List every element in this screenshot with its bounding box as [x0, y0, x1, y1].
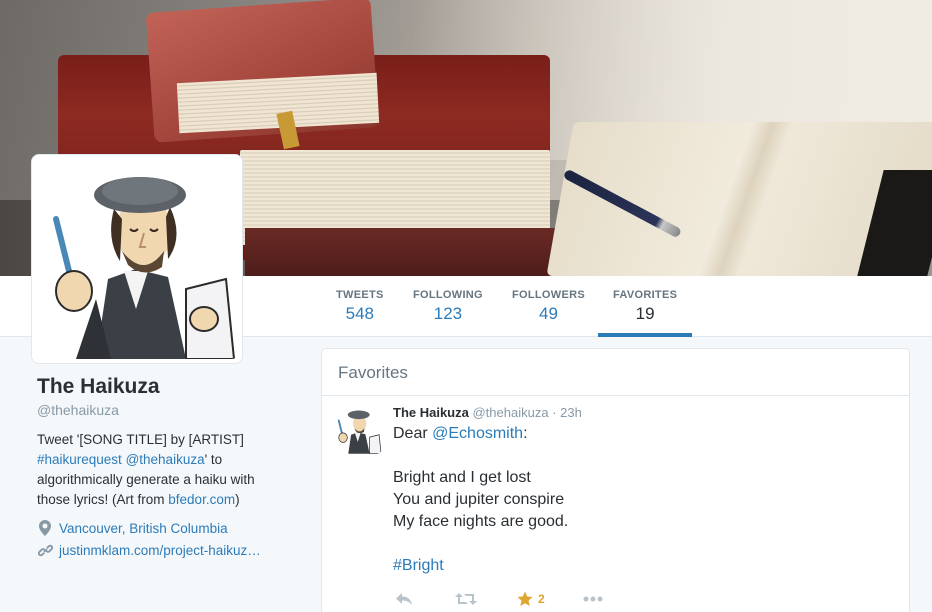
bio-hashtag-link[interactable]: #haikurequest — [37, 452, 122, 467]
stat-following[interactable]: FOLLOWING 123 — [413, 289, 483, 324]
location-pin-icon — [37, 520, 53, 536]
link-icon — [37, 542, 53, 558]
bio-text-3: ) — [235, 492, 240, 507]
stat-following-label: FOLLOWING — [413, 289, 483, 301]
haiku-line-1: Bright and I get lost — [393, 469, 531, 486]
stat-followers-label: FOLLOWERS — [512, 289, 585, 301]
profile-website: justinmklam.com/project-haikuz… — [37, 542, 297, 558]
favorite-count: 2 — [538, 592, 545, 606]
profile-location-link[interactable]: Vancouver, British Columbia — [59, 521, 228, 536]
stat-favorites-value: 19 — [635, 304, 655, 323]
star-icon — [517, 591, 533, 606]
tweet-author-name[interactable]: The Haikuza — [393, 405, 469, 420]
favorites-header: Favorites — [322, 349, 909, 396]
profile-name[interactable]: The Haikuza — [37, 375, 297, 399]
stat-favorites[interactable]: FAVORITES 19 — [613, 289, 677, 324]
stat-favorites-label: FAVORITES — [613, 289, 678, 301]
profile-info: The Haikuza @thehaikuza Tweet '[SONG TIT… — [37, 375, 297, 558]
bio-mention-link[interactable]: @thehaikuza — [126, 452, 205, 467]
tweet-mention-link[interactable]: @Echosmith — [432, 425, 523, 442]
haiku-line-2: You and jupiter conspire — [393, 491, 565, 508]
stat-followers-value: 49 — [539, 304, 558, 323]
profile-handle[interactable]: @thehaikuza — [37, 402, 297, 418]
profile-website-link[interactable]: justinmklam.com/project-haikuz… — [59, 543, 261, 558]
more-icon[interactable] — [583, 596, 603, 602]
banner-book-bottom — [245, 228, 555, 276]
tweet-header: The Haikuza @thehaikuza · 23h — [393, 405, 897, 420]
reply-icon[interactable] — [395, 592, 413, 606]
active-tab-indicator — [598, 333, 692, 337]
tweet-author-handle[interactable]: @thehaikuza — [472, 405, 548, 420]
bio-website-link[interactable]: bfedor.com — [168, 492, 235, 507]
stat-tweets-label: TWEETS — [336, 289, 384, 301]
profile-bio: Tweet '[SONG TITLE] by [ARTIST] #haikure… — [37, 430, 277, 510]
stat-tweets-value: 548 — [345, 304, 374, 323]
tweet-actions: 2 — [393, 589, 897, 609]
profile-avatar[interactable] — [31, 154, 243, 364]
stat-followers[interactable]: FOLLOWERS 49 — [512, 289, 585, 324]
tweet-text: Dear @Echosmith: Bright and I get lost Y… — [393, 423, 897, 577]
tweet-item[interactable]: The Haikuza @thehaikuza · 23h Dear @Echo… — [322, 396, 909, 609]
favorite-button[interactable]: 2 — [517, 591, 545, 607]
tweet-greeting: Dear — [393, 425, 433, 442]
bio-text-1: Tweet '[SONG TITLE] by [ARTIST] — [37, 432, 244, 447]
tweet-avatar[interactable] — [334, 406, 382, 454]
tweet-hashtag-link[interactable]: #Bright — [393, 557, 444, 574]
tweet-separator: · — [552, 405, 557, 420]
stat-following-value: 123 — [433, 304, 463, 323]
avatar-illustration — [36, 159, 238, 359]
tweet-timestamp[interactable]: 23h — [560, 405, 582, 420]
stat-tweets[interactable]: TWEETS 548 — [336, 289, 384, 324]
tweet-greeting-end: : — [523, 425, 528, 442]
profile-location: Vancouver, British Columbia — [37, 520, 297, 536]
haiku-line-3: My face nights are good. — [393, 513, 569, 530]
favorites-timeline: Favorites The Haikuza @thehaikuza · 23h … — [321, 348, 910, 612]
retweet-icon[interactable] — [455, 592, 477, 606]
